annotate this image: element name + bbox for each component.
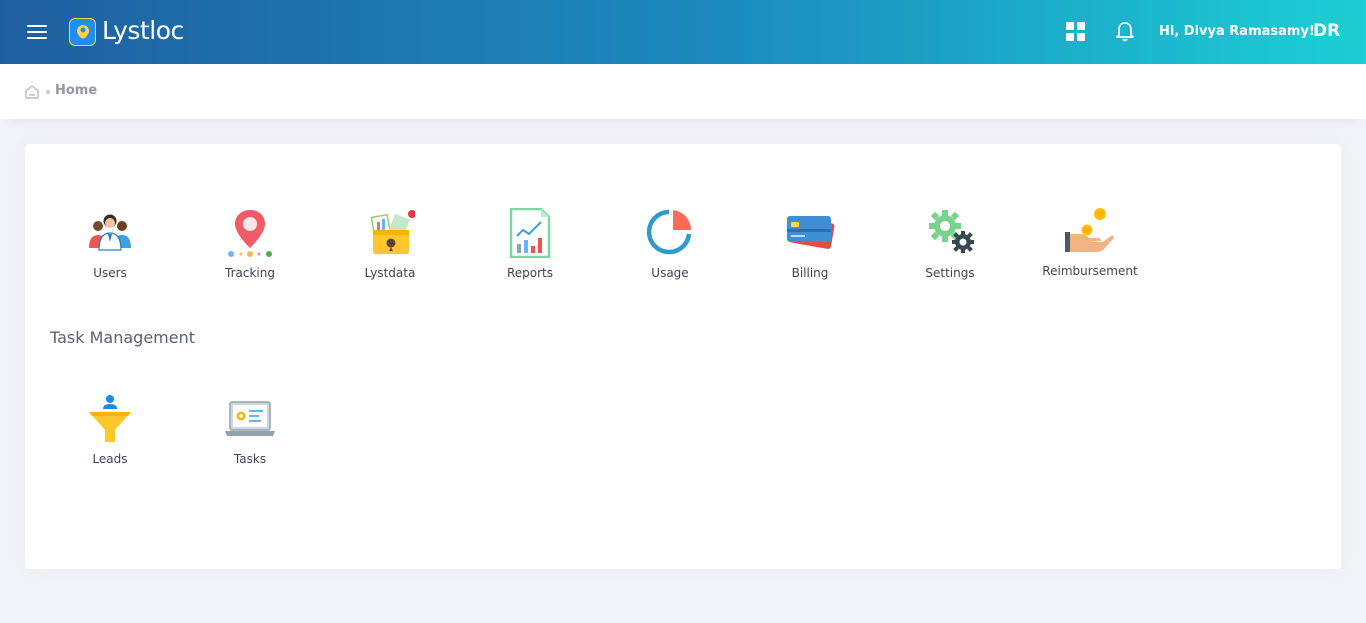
module-label: Lystdata <box>364 266 416 280</box>
pie-chart-icon <box>645 208 695 258</box>
module-label: Users <box>93 266 127 280</box>
module-label: Tracking <box>225 266 275 280</box>
module-label: Billing <box>791 266 829 280</box>
module-usage[interactable]: Usage <box>615 208 725 298</box>
task-item-label: Leads <box>92 452 128 466</box>
breadcrumb-home[interactable]: Home <box>55 83 97 98</box>
lystloc-logo-icon <box>69 18 96 46</box>
section-title-task-management: Task Management <box>50 328 196 347</box>
top-header: Lystloc Hi, Divya Ramasamy! DR <box>0 0 1366 64</box>
location-pin-icon <box>225 208 275 258</box>
breadcrumb-separator <box>46 90 50 94</box>
laptop-task-icon <box>225 394 275 444</box>
task-item-label: Tasks <box>233 452 267 466</box>
module-label: Reports <box>506 266 554 280</box>
module-label: Reimbursement <box>1042 264 1138 278</box>
credit-card-icon <box>785 208 835 258</box>
home-icon[interactable] <box>24 84 40 100</box>
module-reimbursement[interactable]: Reimbursement <box>1035 206 1145 296</box>
apps-grid-icon[interactable] <box>1066 22 1086 42</box>
hand-coins-icon <box>1065 206 1115 256</box>
task-item-leads[interactable]: Leads <box>55 394 165 484</box>
modules-card: Users Tracking Lystdata Reports Usage Bi… <box>25 144 1341 569</box>
hamburger-menu-icon[interactable] <box>27 25 47 39</box>
funnel-icon <box>85 394 135 444</box>
module-label: Settings <box>925 266 975 280</box>
module-lystdata[interactable]: Lystdata <box>335 208 445 298</box>
user-greeting[interactable]: Hi, Divya Ramasamy! <box>1159 24 1315 39</box>
users-icon <box>85 208 135 258</box>
module-reports[interactable]: Reports <box>475 207 585 298</box>
folder-data-icon <box>365 208 416 258</box>
subheader: Home <box>0 64 1366 119</box>
module-tracking[interactable]: Tracking <box>195 208 305 298</box>
report-chart-icon <box>505 207 555 259</box>
module-settings[interactable]: Settings <box>895 208 1005 298</box>
bell-icon[interactable] <box>1115 21 1135 43</box>
module-label: Usage <box>651 266 689 280</box>
task-item-tasks[interactable]: Tasks <box>195 394 305 484</box>
app-name[interactable]: Lystloc <box>102 16 184 45</box>
user-avatar-initials[interactable]: DR <box>1313 21 1340 41</box>
module-users[interactable]: Users <box>55 208 165 298</box>
gears-icon <box>925 208 975 258</box>
module-billing[interactable]: Billing <box>755 208 865 298</box>
